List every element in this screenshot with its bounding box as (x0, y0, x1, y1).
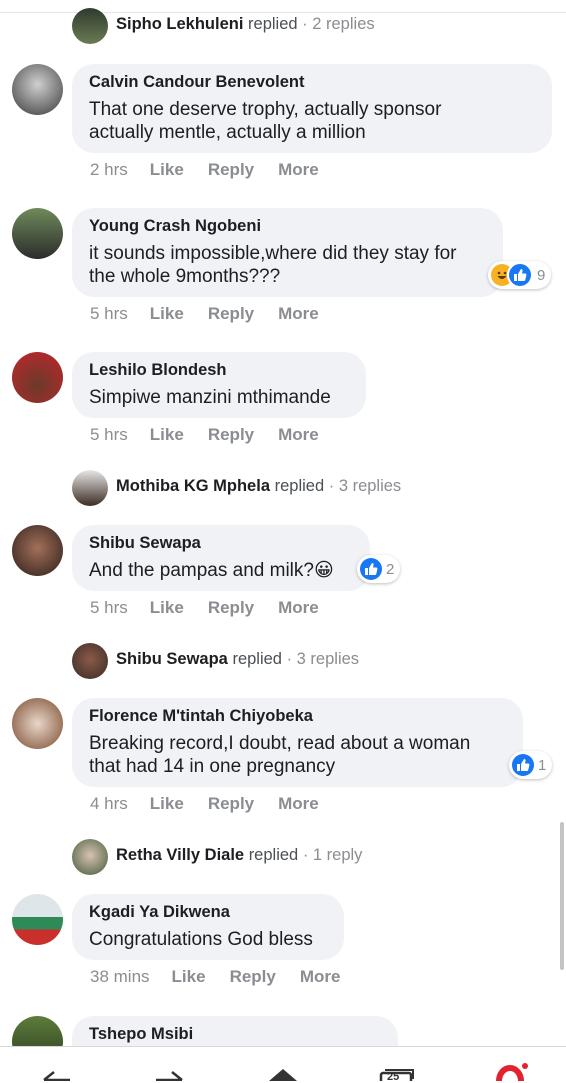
comment-time[interactable]: 2 hrs (90, 160, 128, 180)
reply-button[interactable]: Reply (208, 304, 254, 324)
comment-author[interactable]: Tshepo Msibi (89, 1024, 381, 1044)
comment-author[interactable]: Shibu Sewapa (89, 533, 353, 553)
home-icon (269, 1069, 297, 1081)
comment-time[interactable]: 5 hrs (90, 304, 128, 324)
comment-bubble: Shibu Sewapa And the pampas and milk?😀 (72, 525, 370, 591)
comment-actions: 4 hrs Like Reply More (90, 794, 343, 814)
more-button[interactable]: More (300, 967, 341, 987)
like-reaction-icon (507, 262, 533, 288)
browser-bottom-bar: 25 (0, 1046, 566, 1083)
comment-author[interactable]: Leshilo Blondesh (89, 360, 349, 380)
more-button[interactable]: More (278, 160, 319, 180)
comment-text: That one deserve trophy, actually sponso… (89, 99, 442, 143)
avatar[interactable] (12, 525, 63, 576)
reply-button[interactable]: Reply (208, 425, 254, 445)
comment-text: Congratulations God bless (89, 929, 313, 950)
opera-logo-icon (496, 1063, 528, 1081)
comment-bubble: Leshilo Blondesh Simpiwe manzini mthiman… (72, 352, 366, 418)
scrollbar[interactable] (560, 822, 564, 970)
comment-time[interactable]: 5 hrs (90, 598, 128, 618)
home-button[interactable] (266, 1047, 300, 1081)
like-button[interactable]: Like (150, 425, 184, 445)
more-button[interactable]: More (278, 425, 319, 445)
like-button[interactable]: Like (172, 967, 206, 987)
like-reaction-icon (360, 558, 382, 580)
avatar[interactable] (12, 64, 63, 115)
reply-author-name: Retha Villy Diale (116, 846, 245, 864)
comment-time[interactable]: 38 mins (90, 967, 150, 987)
like-button[interactable]: Like (150, 598, 184, 618)
like-button[interactable]: Like (150, 160, 184, 180)
reactions-summary[interactable]: 9 (488, 261, 552, 289)
avatar[interactable] (72, 8, 108, 44)
comment-author[interactable]: Florence M'tintah Chiyobeka (89, 706, 506, 726)
reply-count: · 3 replies (286, 650, 360, 668)
reactions-summary[interactable]: 2 (357, 555, 401, 583)
more-button[interactable]: More (278, 304, 319, 324)
replied-label: replied (248, 846, 299, 864)
comment-text: And the pampas and milk?😀 (89, 560, 334, 581)
replied-label: replied (232, 650, 282, 668)
reply-count: · 2 replies (302, 15, 375, 33)
reply-button[interactable]: Reply (208, 160, 254, 180)
reactions-summary[interactable]: 1 (509, 751, 553, 779)
reply-author-name: Sipho Lekhuleni (116, 15, 244, 33)
view-replies-link[interactable]: Sipho Lekhuleni replied · 2 replies (116, 13, 375, 35)
more-button[interactable]: More (278, 598, 319, 618)
like-button[interactable]: Like (150, 304, 184, 324)
comment-text: Breaking record,I doubt, read about a wo… (89, 733, 471, 777)
forward-arrow-icon (156, 1071, 183, 1081)
replied-label: replied (248, 15, 298, 33)
back-button[interactable] (40, 1047, 76, 1081)
like-button[interactable]: Like (150, 794, 184, 814)
view-replies-link[interactable]: Retha Villy Diale replied · 1 reply (116, 844, 362, 866)
back-arrow-icon (43, 1071, 70, 1081)
comment-author[interactable]: Calvin Candour Benevolent (89, 72, 535, 92)
avatar[interactable] (12, 698, 63, 749)
comment-bubble: Calvin Candour Benevolent That one deser… (72, 64, 552, 153)
comment-time[interactable]: 5 hrs (90, 425, 128, 445)
more-button[interactable]: More (278, 794, 319, 814)
comment-actions: 2 hrs Like Reply More (90, 160, 343, 180)
avatar[interactable] (72, 470, 108, 506)
comment-time[interactable]: 4 hrs (90, 794, 128, 814)
reply-button[interactable]: Reply (230, 967, 276, 987)
comment-bubble: Kgadi Ya Dikwena Congratulations God ble… (72, 894, 344, 960)
reply-author-name: Mothiba KG Mphela (116, 477, 270, 495)
comment-text: it sounds impossible,where did they stay… (89, 243, 457, 287)
comment-author[interactable]: Young Crash Ngobeni (89, 216, 486, 236)
reaction-count: 2 (386, 560, 395, 578)
reply-count: · 3 replies (328, 477, 402, 495)
view-replies-link[interactable]: Mothiba KG Mphela replied · 3 replies (116, 475, 401, 497)
avatar[interactable] (12, 352, 63, 403)
replied-label: replied (274, 477, 325, 495)
tabs-count: 25 (387, 1071, 400, 1083)
comment-author[interactable]: Kgadi Ya Dikwena (89, 902, 327, 922)
tabs-button[interactable]: 25 (378, 1047, 416, 1083)
reply-author-name: Shibu Sewapa (116, 650, 228, 668)
avatar[interactable] (72, 643, 108, 679)
avatar[interactable] (12, 894, 63, 945)
comment-bubble: Florence M'tintah Chiyobeka Breaking rec… (72, 698, 523, 787)
view-replies-link[interactable]: Shibu Sewapa replied · 3 replies (116, 648, 359, 670)
forward-button[interactable] (152, 1047, 188, 1081)
reply-button[interactable]: Reply (208, 794, 254, 814)
reply-button[interactable]: Reply (208, 598, 254, 618)
comment-actions: 38 mins Like Reply More (90, 967, 364, 987)
comment-actions: 5 hrs Like Reply More (90, 304, 343, 324)
reply-count: · 1 reply (302, 846, 363, 864)
like-reaction-icon (512, 754, 534, 776)
opera-menu-button[interactable] (494, 1047, 530, 1081)
comment-actions: 5 hrs Like Reply More (90, 425, 343, 445)
comment-text: Simpiwe manzini mthimande (89, 387, 331, 408)
reaction-count: 1 (538, 756, 547, 774)
comment-bubble: Young Crash Ngobeni it sounds impossible… (72, 208, 503, 297)
avatar[interactable] (72, 839, 108, 875)
reaction-count: 9 (537, 266, 546, 284)
comment-actions: 5 hrs Like Reply More (90, 598, 343, 618)
avatar[interactable] (12, 208, 63, 259)
